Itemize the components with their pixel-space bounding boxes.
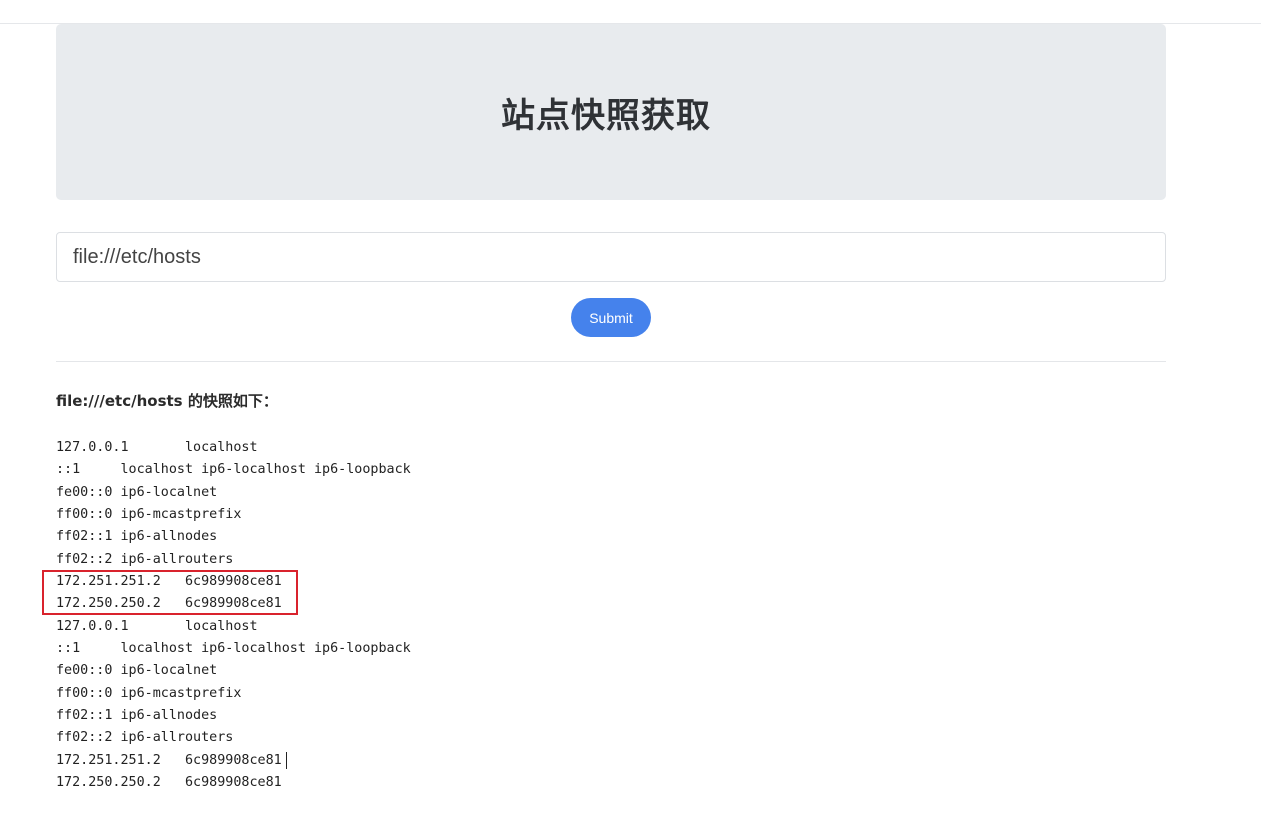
hosts-line: fe00::0 ip6-localnet: [56, 663, 218, 679]
hosts-line: ff00::0 ip6-mcastprefix: [56, 685, 242, 701]
highlight-annotation-box: [42, 570, 298, 615]
section-divider: [56, 361, 1166, 362]
result-heading: file:///etc/hosts 的快照如下：: [56, 392, 278, 410]
hosts-line: ::1 localhost ip6-localhost ip6-loopback: [56, 641, 411, 657]
hosts-line: 127.0.0.1 localhost: [56, 440, 258, 455]
hosts-line: ff02::2 ip6-allrouters: [56, 730, 234, 746]
hosts-output: 127.0.0.1 localhost ::1 localhost ip6-lo…: [56, 437, 411, 795]
hosts-line: fe00::0 ip6-localnet: [56, 484, 218, 500]
hosts-line: ff02::1 ip6-allnodes: [56, 529, 218, 545]
hosts-line: 127.0.0.1 localhost: [56, 618, 258, 634]
hosts-line: ff00::0 ip6-mcastprefix: [56, 507, 242, 523]
submit-button[interactable]: Submit: [571, 298, 651, 337]
hosts-line: ff02::2 ip6-allrouters: [56, 551, 234, 567]
hosts-line: 172.250.250.2 6c989908ce81: [56, 775, 282, 791]
hosts-line: ::1 localhost ip6-localhost ip6-loopback: [56, 462, 411, 478]
page-title: 站点快照获取: [501, 95, 711, 136]
text-cursor: [286, 752, 287, 769]
hosts-line: ff02::1 ip6-allnodes: [56, 708, 218, 724]
url-input[interactable]: [56, 232, 1166, 282]
hosts-line: 172.251.251.2 6c989908ce81: [56, 752, 282, 768]
header-banner: 站点快照获取: [56, 24, 1166, 200]
